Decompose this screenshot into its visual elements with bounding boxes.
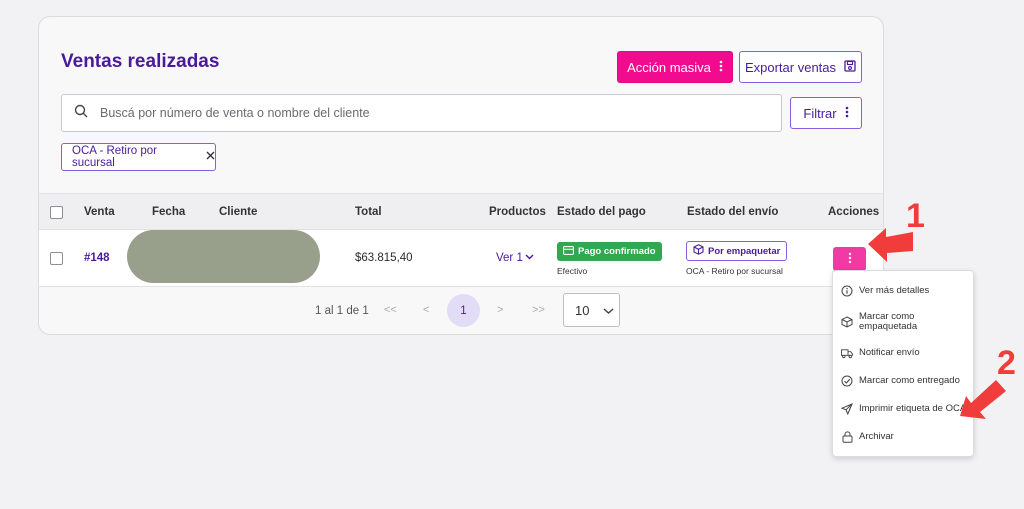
sale-total: $63.815,40 xyxy=(355,252,413,264)
filter-button[interactable]: Filtrar xyxy=(790,97,862,129)
col-estado-envio: Estado del envío xyxy=(687,206,779,218)
menu-item-notify-shipping[interactable]: Notificar envío xyxy=(841,347,920,359)
select-all-checkbox[interactable] xyxy=(50,206,63,219)
page-title: Ventas realizadas xyxy=(61,51,220,72)
filter-label: Filtrar xyxy=(803,105,837,121)
row-checkbox[interactable] xyxy=(50,252,63,265)
search-box xyxy=(61,94,782,132)
annotation-number-2: 2 xyxy=(997,344,1016,382)
filter-chip-label: OCA - Retiro por sucursal xyxy=(72,145,157,169)
mass-action-label: Acción masiva xyxy=(627,59,711,75)
products-label: Ver 1 xyxy=(496,252,523,264)
menu-item-label: Archivar xyxy=(859,431,894,443)
menu-item-label: Marcar como entregado xyxy=(859,375,960,387)
check-circle-icon xyxy=(841,375,853,387)
per-page-value: 10 xyxy=(575,302,590,318)
chevron-down-icon xyxy=(525,252,534,264)
menu-item-label: Marcar como empaquetada xyxy=(859,311,918,332)
table-row: #148 $63.815,40 Ver 1 Pago confirmado Ef… xyxy=(39,229,883,287)
redacted-client-block xyxy=(127,230,320,283)
col-productos: Productos xyxy=(489,206,546,218)
menu-item-archive[interactable]: Archivar xyxy=(841,431,894,443)
kebab-icon xyxy=(845,106,849,121)
shipping-method: OCA - Retiro por sucursal xyxy=(686,266,783,276)
col-fecha: Fecha xyxy=(152,206,186,218)
menu-item-mark-delivered[interactable]: Marcar como entregado xyxy=(841,375,960,387)
col-estado-pago: Estado del pago xyxy=(557,206,646,218)
search-icon xyxy=(74,104,88,123)
shipping-status-label: Por empaquetar xyxy=(708,245,781,257)
export-label: Exportar ventas xyxy=(744,59,837,75)
col-acciones: Acciones xyxy=(828,206,880,218)
chevron-down-icon xyxy=(603,303,614,318)
export-sales-button[interactable]: Exportar ventas xyxy=(739,51,862,83)
credit-card-icon xyxy=(563,245,574,258)
row-actions-button[interactable] xyxy=(833,247,866,271)
last-page-button[interactable]: >> xyxy=(532,304,545,316)
lock-icon xyxy=(841,431,853,443)
box-icon xyxy=(841,316,853,328)
close-icon[interactable] xyxy=(206,151,215,163)
prev-page-button[interactable]: < xyxy=(423,304,429,316)
menu-item-label: Imprimir etiqueta de OCA xyxy=(859,403,967,415)
sale-number-link[interactable]: #148 xyxy=(84,252,110,264)
sales-card: Ventas realizadas Acción masiva Exportar… xyxy=(38,16,884,335)
search-input[interactable] xyxy=(100,106,700,120)
active-filter-chip: OCA - Retiro por sucursal xyxy=(61,143,216,171)
col-venta: Venta xyxy=(84,206,115,218)
menu-item-print-oca-label[interactable]: Imprimir etiqueta de OCA xyxy=(841,403,966,415)
payment-status-label: Pago confirmado xyxy=(578,246,656,257)
menu-item-mark-packed[interactable]: Marcar como empaquetada xyxy=(841,312,951,332)
first-page-button[interactable]: << xyxy=(384,304,397,316)
annotation-arrow-2 xyxy=(960,380,1006,419)
actions-menu: Ver más detalles Marcar como empaquetada… xyxy=(832,270,974,457)
next-page-button[interactable]: > xyxy=(497,304,503,316)
per-page-select[interactable]: 10 xyxy=(563,293,620,327)
page-number-current[interactable]: 1 xyxy=(447,294,480,327)
payment-status-badge: Pago confirmado xyxy=(557,242,662,261)
info-icon xyxy=(841,285,853,297)
payment-method: Efectivo xyxy=(557,266,588,276)
kebab-icon xyxy=(848,252,852,267)
col-total: Total xyxy=(355,206,382,218)
products-dropdown[interactable]: Ver 1 xyxy=(496,252,534,264)
col-cliente: Cliente xyxy=(219,206,258,218)
menu-item-view-details[interactable]: Ver más detalles xyxy=(841,285,929,297)
save-icon xyxy=(844,59,856,75)
kebab-icon xyxy=(719,60,723,75)
menu-item-label: Notificar envío xyxy=(859,347,920,359)
truck-icon xyxy=(841,347,853,359)
annotation-number-1: 1 xyxy=(906,197,925,235)
pagination-range: 1 al 1 de 1 xyxy=(315,305,369,317)
mass-action-button[interactable]: Acción masiva xyxy=(617,51,733,83)
shipping-status-badge: Por empaquetar xyxy=(686,241,788,261)
send-icon xyxy=(841,403,853,415)
box-icon xyxy=(693,244,704,258)
table-header: Venta Fecha Cliente Total Productos Esta… xyxy=(39,193,883,229)
menu-item-label: Ver más detalles xyxy=(859,285,930,297)
